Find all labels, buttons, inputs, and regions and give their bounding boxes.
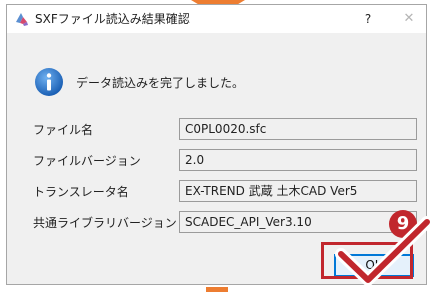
completion-message: データ読込みを完了しました。 xyxy=(76,76,245,90)
checkmark-icon xyxy=(335,216,433,286)
help-button[interactable]: ? xyxy=(361,10,375,28)
translator-name-label: トランスレータ名 xyxy=(33,185,129,199)
file-name-field: C0PL0020.sfc xyxy=(179,118,417,140)
sxf-app-icon xyxy=(16,13,28,26)
translator-name-field: EX-TREND 武蔵 土木CAD Ver5 xyxy=(179,180,417,202)
title-bar: SXFファイル読込み結果確認 ? ✕ xyxy=(7,5,426,33)
file-name-label: ファイル名 xyxy=(33,123,94,137)
close-button[interactable]: ✕ xyxy=(402,10,416,28)
pointer-arrow-bottom xyxy=(206,287,228,292)
info-icon xyxy=(35,68,63,96)
file-version-label: ファイルバージョン xyxy=(33,154,141,168)
file-version-field: 2.0 xyxy=(179,149,417,171)
dialog-title: SXFファイル読込み結果確認 xyxy=(35,12,190,26)
library-version-label: 共通ライブラリバージョン xyxy=(33,216,177,230)
